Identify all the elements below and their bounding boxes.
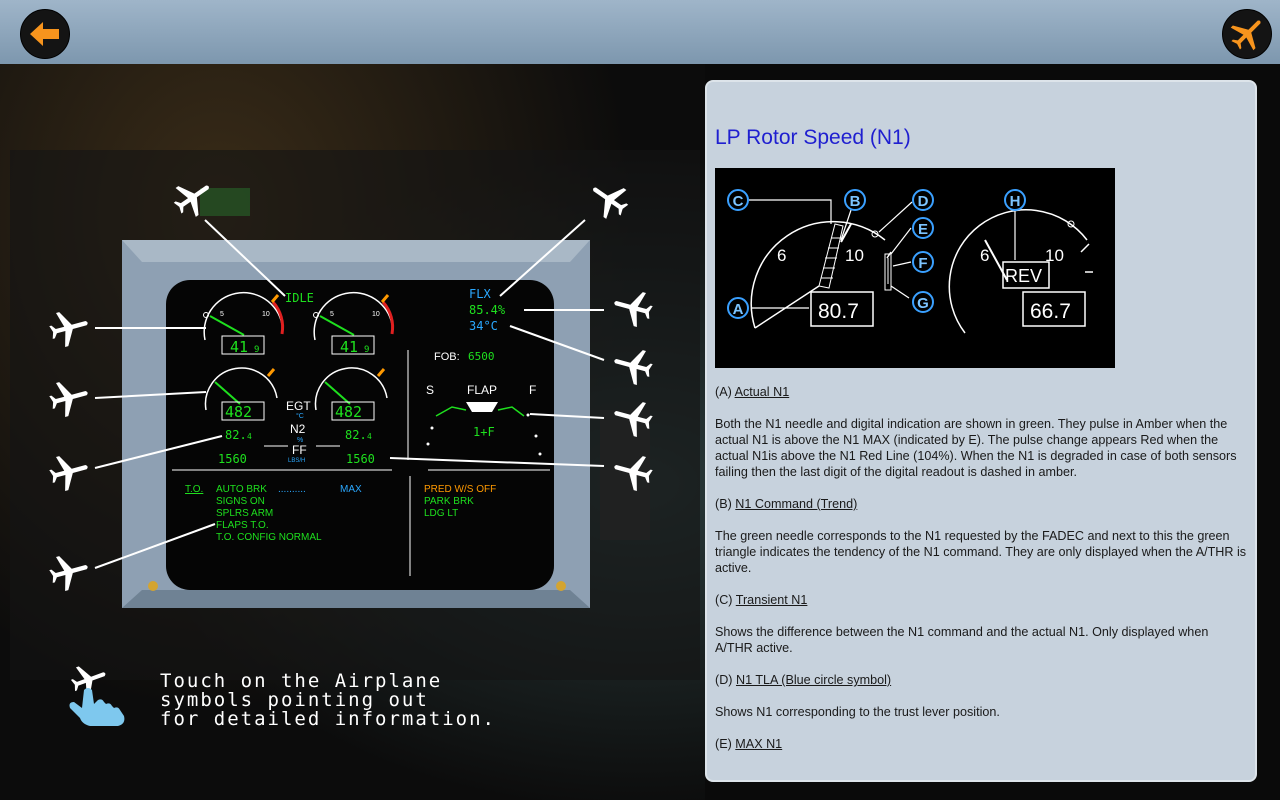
callout-f: F — [918, 255, 927, 272]
flap-setting: 1+F — [473, 425, 495, 439]
top-bar — [0, 0, 1280, 64]
section-heading-link: Actual N1 — [734, 385, 790, 399]
ff-label: FF — [292, 443, 307, 457]
section-prefix: (E) — [715, 737, 736, 751]
auto-brk-dots: .......... — [278, 484, 306, 495]
rev-readout: 66.7 — [1030, 300, 1071, 323]
rev-indicator: REV — [1005, 266, 1042, 286]
svg-text:5: 5 — [330, 311, 334, 318]
section-heading: (A) Actual N1 — [715, 384, 1247, 400]
n1-right-decimal: 9 — [364, 345, 369, 355]
touch-hand-icon — [69, 666, 125, 726]
menu-airplane-button[interactable] — [1222, 9, 1272, 59]
flx-label: FLX — [469, 287, 491, 301]
back-button[interactable] — [20, 9, 70, 59]
n1-gauge-diagram: 6 10 6 10 80.7 REV 66.7 C B D E F A G H — [715, 168, 1115, 368]
ff-unit: LBS/H — [288, 458, 305, 464]
callout-g: G — [917, 295, 929, 312]
airplane-icon — [1230, 20, 1261, 51]
callout-d: D — [918, 193, 929, 210]
section-heading: (E) MAX N1 — [715, 736, 1247, 752]
flap-s-label: S — [426, 383, 434, 397]
memo-line: SIGNS ON — [216, 496, 265, 507]
tick-6-label: 6 — [777, 246, 786, 265]
ff-left-value: 1560 — [218, 452, 247, 466]
fob-label: FOB: — [434, 351, 460, 363]
idle-label: IDLE — [285, 291, 314, 305]
section-heading: (B) N1 Command (Trend) — [715, 496, 1247, 512]
section-body: The green needle corresponds to the N1 r… — [715, 529, 1247, 575]
memo-line: SPLRS ARM — [216, 508, 273, 519]
auto-brk-label: AUTO BRK — [216, 484, 267, 495]
fob-value: 6500 — [468, 350, 495, 363]
section-prefix: (A) — [715, 385, 735, 399]
n2-right-value: 82. — [345, 428, 367, 442]
n1-left-value: 41 — [230, 338, 248, 356]
egt-left-value: 482 — [225, 403, 252, 421]
section-heading-link: Transient N1 — [735, 593, 808, 607]
panel-content: (A) Actual N1 Both the N1 needle and dig… — [715, 384, 1247, 768]
to-memo-label: T.O. — [185, 484, 203, 495]
memo-line: FLAPS T.O. — [216, 520, 269, 531]
n1-readout: 80.7 — [818, 300, 859, 323]
arrow-left-icon — [30, 22, 59, 46]
tick-6-label: 6 — [980, 246, 989, 265]
section-body: Shows the difference between the N1 comm… — [715, 625, 1209, 655]
section-prefix: (B) — [715, 497, 736, 511]
egt-right-value: 482 — [335, 403, 362, 421]
egt-label: EGT — [286, 399, 311, 413]
callout-c: C — [733, 193, 744, 210]
section-prefix: (D) — [715, 673, 736, 687]
ff-right-value: 1560 — [346, 452, 375, 466]
svg-text:5: 5 — [220, 311, 224, 318]
callout-h: H — [1010, 193, 1021, 210]
section-heading-link: N1 TLA (Blue circle symbol) — [735, 673, 892, 687]
memo-line: T.O. CONFIG NORMAL — [216, 532, 322, 543]
n2-left-value: 82. — [225, 428, 247, 442]
callout-b: B — [850, 193, 861, 210]
section-body: Both the N1 needle and digital indicatio… — [715, 417, 1237, 479]
section-heading-link: MAX N1 — [735, 737, 783, 751]
flap-f-label: F — [529, 383, 536, 397]
section-prefix: (C) — [715, 593, 736, 607]
section-body: Shows N1 corresponding to the trust leve… — [715, 705, 1000, 719]
n2-label: N2 — [290, 422, 306, 436]
info-panel[interactable]: LP Rotor Speed (N1) 6 10 6 10 80.7 REV 6… — [705, 80, 1257, 782]
flx-temperature: 34°C — [469, 319, 498, 333]
egt-unit: °C — [296, 412, 304, 420]
n2-left-decimal: 4 — [247, 432, 252, 441]
pred-ws-memo: PRED W/S OFF — [424, 484, 496, 495]
hint-text: Touch on the Airplane symbols pointing o… — [160, 672, 620, 729]
hint-line: for detailed information. — [160, 708, 496, 730]
auto-brk-value: MAX — [340, 484, 362, 495]
section-heading: (D) N1 TLA (Blue circle symbol) — [715, 672, 1247, 688]
panel-title: LP Rotor Speed (N1) — [715, 126, 911, 149]
flx-percent: 85.4% — [469, 303, 506, 317]
section-heading: (C) Transient N1 — [715, 592, 1247, 608]
n2-right-decimal: 4 — [367, 432, 372, 441]
section-heading-link: N1 Command (Trend) — [735, 497, 858, 511]
callout-a: A — [733, 301, 744, 318]
svg-text:10: 10 — [262, 311, 270, 318]
flap-label: FLAP — [467, 383, 497, 397]
n1-left-decimal: 9 — [254, 345, 259, 355]
memo-line: PARK BRK — [424, 496, 474, 507]
n1-right-value: 41 — [340, 338, 358, 356]
callout-e: E — [918, 221, 928, 238]
memo-line: LDG LT — [424, 508, 458, 519]
tick-10-label: 10 — [845, 246, 864, 265]
svg-text:10: 10 — [372, 311, 380, 318]
